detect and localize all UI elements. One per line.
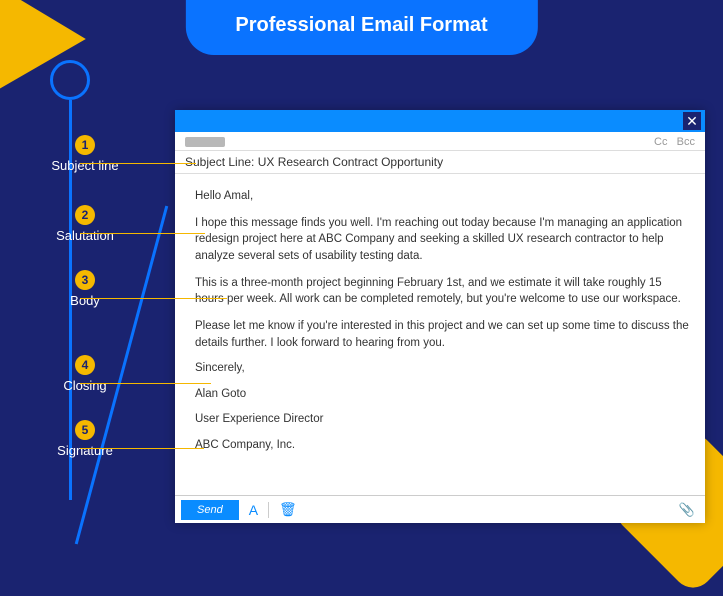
attach-icon[interactable]: 📎 [679,502,699,518]
legend-badge: 2 [75,205,95,225]
recipient-row: Cc Bcc [175,132,705,150]
legend-label: Body [0,293,170,308]
connector-line [80,233,205,234]
legend-badge: 1 [75,135,95,155]
legend-badge: 3 [75,270,95,290]
legend-item-3: 3 Body [0,270,170,308]
body-para-1: I hope this message finds you well. I'm … [195,215,689,265]
salutation-text: Hello Amal, [195,188,689,205]
bcc-link[interactable]: Bcc [677,136,695,148]
connector-line [80,383,211,384]
connector-line [80,298,227,299]
body-para-2: This is a three-month project beginning … [195,275,689,308]
email-window: ✕ Cc Bcc Subject Line: UX Research Contr… [175,110,705,523]
cc-link[interactable]: Cc [654,136,667,148]
signature-line-4: ABC Company, Inc. [195,438,689,454]
legend-label: Salutation [0,228,170,243]
to-field[interactable] [185,137,225,147]
compose-toolbar: Send A 🗑 📎 [175,495,705,523]
page-title: Professional Email Format [185,0,537,55]
connector-line [80,448,204,449]
legend-item-1: 1 Subject line [0,135,170,173]
email-titlebar: ✕ [175,110,705,132]
signature-line-2: Alan Goto [195,387,689,403]
closing-text: Please let me know if you're interested … [195,318,689,351]
legend-label: Closing [0,378,170,393]
legend-item-4: 4 Closing [0,355,170,393]
legend-item-5: 5 Signature [0,420,170,458]
legend-item-2: 2 Salutation [0,205,170,243]
close-icon[interactable]: ✕ [683,112,701,130]
send-button[interactable]: Send [181,500,239,520]
legend-label: Subject line [0,158,170,173]
toolbar-divider [268,502,269,518]
email-body-area[interactable]: Hello Amal, I hope this message finds yo… [175,174,705,495]
signature-line-3: User Experience Director [195,412,689,428]
legend-badge: 4 [75,355,95,375]
signature-line-1: Sincerely, [195,361,689,377]
legend-badge: 5 [75,420,95,440]
subject-field[interactable]: Subject Line: UX Research Contract Oppor… [175,150,705,174]
bg-circle [50,60,90,100]
font-icon[interactable]: A [249,502,258,518]
delete-icon[interactable]: 🗑 [279,501,297,518]
connector-line [80,163,196,164]
legend-label: Signature [0,443,170,458]
